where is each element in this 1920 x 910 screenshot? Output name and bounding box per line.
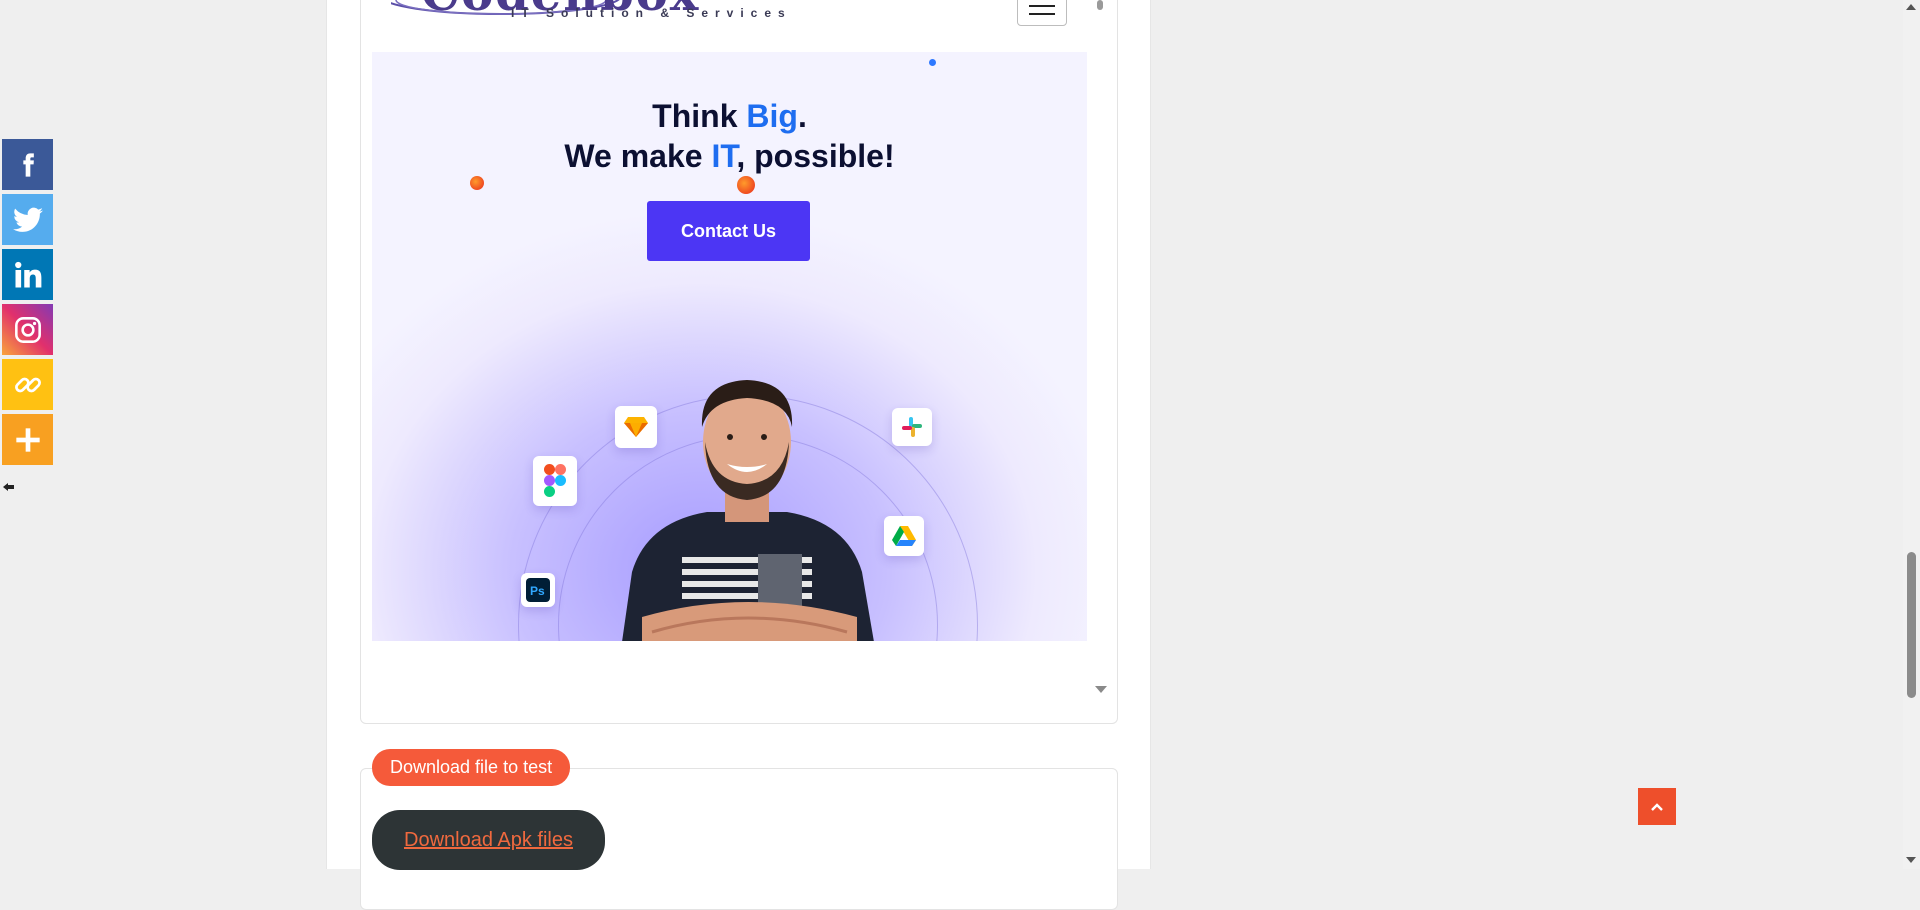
scroll-up-arrow-icon[interactable]	[1906, 4, 1916, 10]
contact-us-button[interactable]: Contact Us	[647, 201, 810, 261]
heading-accent: IT	[711, 138, 737, 174]
plus-icon	[15, 427, 40, 452]
hero-heading-line2: We make IT, possible!	[372, 138, 1087, 175]
decorative-dot	[737, 176, 755, 194]
hand-pointer-icon	[3, 483, 14, 491]
decorative-dot	[470, 176, 484, 190]
decorative-dot	[929, 59, 936, 66]
hide-share-bar-toggle[interactable]	[2, 480, 18, 496]
back-to-top-button[interactable]	[1638, 788, 1676, 825]
heading-text: Think	[652, 98, 747, 134]
frame-scrollbar[interactable]	[1092, 0, 1108, 706]
facebook-icon	[22, 152, 34, 177]
hero-heading-line1: Think Big.	[372, 98, 1087, 135]
slack-icon	[892, 408, 932, 446]
download-section-badge: Download file to test	[372, 749, 571, 786]
heading-text: , possible!	[736, 138, 895, 174]
figma-icon	[533, 456, 577, 506]
hero-section: Think Big. We make IT, possible! Contact…	[372, 52, 1087, 641]
linkedin-icon	[14, 261, 41, 287]
smiling-man-image	[622, 380, 874, 641]
social-share-bar	[2, 139, 53, 469]
instagram-icon	[14, 316, 41, 343]
linkedin-share-button[interactable]	[2, 249, 53, 300]
twitter-share-button[interactable]	[2, 194, 53, 245]
link-icon	[14, 377, 41, 392]
svg-text:Ps: Ps	[530, 584, 545, 598]
copy-link-button[interactable]	[2, 359, 53, 410]
menu-toggle-button[interactable]	[1017, 0, 1067, 26]
site-header: Codenbox IT Solution & Services	[361, 0, 1091, 52]
heading-text: We make	[564, 138, 712, 174]
scroll-down-arrow-icon[interactable]	[1095, 686, 1107, 693]
heading-accent: Big	[746, 98, 798, 134]
hamburger-bar	[1029, 5, 1055, 7]
more-share-options-button[interactable]	[2, 414, 53, 465]
download-apk-link[interactable]: Download Apk files	[372, 810, 605, 870]
heading-text: .	[797, 98, 807, 134]
google-drive-icon	[884, 516, 924, 556]
page-scrollbar[interactable]	[1903, 0, 1920, 869]
scroll-down-arrow-icon[interactable]	[1906, 857, 1916, 863]
facebook-share-button[interactable]	[2, 139, 53, 190]
hamburger-bar	[1029, 13, 1055, 15]
embedded-preview-frame[interactable]: Codenbox IT Solution & Services Think Bi…	[360, 0, 1118, 724]
site-tagline: IT Solution & Services	[511, 6, 792, 20]
instagram-share-button[interactable]	[2, 304, 53, 355]
frame-scrollbar-thumb[interactable]	[1097, 0, 1103, 10]
twitter-icon	[12, 207, 43, 232]
photoshop-icon: Ps	[521, 573, 555, 607]
chevron-up-icon	[1651, 802, 1663, 811]
page-scrollbar-thumb[interactable]	[1907, 552, 1916, 698]
